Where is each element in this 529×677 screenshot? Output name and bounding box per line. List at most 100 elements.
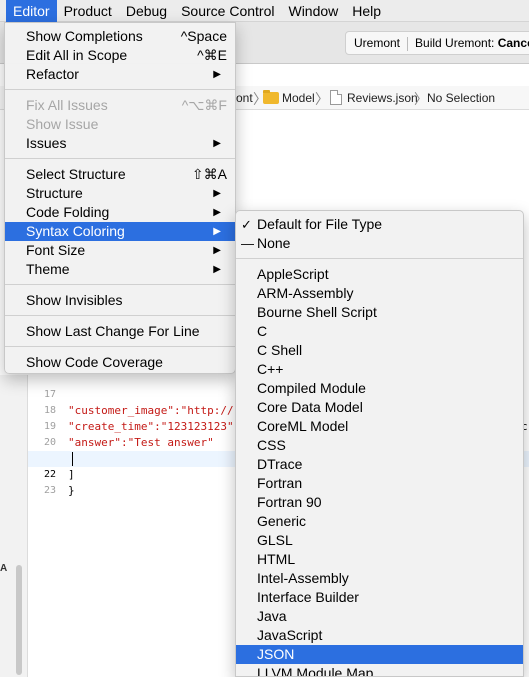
- menu-item-show-invisibles[interactable]: Show Invisibles: [5, 291, 235, 310]
- menu-item-label: JSON: [257, 646, 295, 662]
- menu-item-label: Show Issue: [26, 116, 99, 132]
- submenu-item-language[interactable]: Core Data Model: [236, 398, 523, 417]
- submenu-item-language[interactable]: Java: [236, 607, 523, 626]
- submenu-item-language[interactable]: GLSL: [236, 531, 523, 550]
- menu-item-label: C Shell: [257, 342, 303, 358]
- submenu-item-language[interactable]: C Shell: [236, 341, 523, 360]
- submenu-item-language[interactable]: CoreML Model: [236, 417, 523, 436]
- menu-item-label: JavaScript: [257, 627, 323, 643]
- menu-item-label: Fortran 90: [257, 494, 322, 510]
- folder-icon: [263, 90, 279, 104]
- submenu-item-language[interactable]: CSS: [236, 436, 523, 455]
- menu-item-label: Font Size: [26, 242, 86, 258]
- breadcrumb-folder[interactable]: Model: [282, 91, 315, 105]
- scrollbar[interactable]: [16, 565, 22, 675]
- submenu-arrow-icon: ▶: [213, 226, 221, 237]
- menu-item-issues[interactable]: Issues ▶: [5, 134, 235, 153]
- menu-item-label: Fortran: [257, 475, 303, 491]
- menu-separator: [5, 89, 235, 90]
- shortcut-label: ^⌥⌘F: [181, 97, 227, 113]
- menu-item-label: Intel-Assembly: [257, 570, 349, 586]
- menu-separator: [236, 258, 523, 259]
- chevron-right-icon: 〉: [414, 91, 428, 107]
- menu-item-structure[interactable]: Structure ▶: [5, 184, 235, 203]
- divider: [407, 36, 409, 51]
- menu-item-show-issue[interactable]: Show Issue: [5, 115, 235, 134]
- text-cursor: [72, 452, 73, 466]
- menu-separator: [5, 315, 235, 316]
- menu-item-label: Refactor: [26, 66, 79, 82]
- menu-item-font-size[interactable]: Font Size ▶: [5, 241, 235, 260]
- menu-item-label: Default for File Type: [257, 216, 383, 232]
- menu-item-syntax-coloring[interactable]: Syntax Coloring ▶: [5, 222, 235, 241]
- menu-item-edit-all-in-scope[interactable]: Edit All in Scope ^⌘E: [5, 46, 235, 65]
- menu-item-label: DTrace: [257, 456, 303, 472]
- menu-item-label: CoreML Model: [257, 418, 349, 434]
- menu-item-refactor[interactable]: Refactor ▶: [5, 65, 235, 84]
- menu-debug[interactable]: Debug: [119, 0, 174, 22]
- menu-item-fix-all-issues[interactable]: Fix All Issues ^⌥⌘F: [5, 96, 235, 115]
- menu-editor[interactable]: Editor: [6, 0, 57, 22]
- menu-item-label: Show Invisibles: [26, 292, 123, 308]
- breadcrumb-file[interactable]: Reviews.json: [347, 91, 418, 105]
- menu-item-label: Bourne Shell Script: [257, 304, 377, 320]
- submenu-arrow-icon: ▶: [213, 69, 221, 80]
- menu-item-label: Compiled Module: [257, 380, 366, 396]
- breadcrumb-project[interactable]: ont: [236, 91, 253, 105]
- build-status-prefix: Build Uremont:: [415, 36, 498, 50]
- menu-item-label: Issues: [26, 135, 67, 151]
- navigator-label: A: [0, 563, 8, 574]
- line-text: }: [68, 484, 75, 497]
- menu-item-label: Show Completions: [26, 28, 143, 44]
- menu-item-label: Edit All in Scope: [26, 47, 128, 63]
- submenu-item-language[interactable]: DTrace: [236, 455, 523, 474]
- submenu-arrow-icon: ▶: [213, 207, 221, 218]
- submenu-item-language[interactable]: AppleScript: [236, 265, 523, 284]
- submenu-arrow-icon: ▶: [213, 188, 221, 199]
- menu-item-label: Show Last Change For Line: [26, 323, 200, 339]
- line-number: 23: [43, 485, 56, 496]
- submenu-item-language[interactable]: HTML: [236, 550, 523, 569]
- submenu-item-language[interactable]: Fortran 90: [236, 493, 523, 512]
- menu-item-select-structure[interactable]: Select Structure ⇧⌘A: [5, 165, 235, 184]
- submenu-item-language[interactable]: C: [236, 322, 523, 341]
- submenu-item-language[interactable]: LLVM Module Map: [236, 664, 523, 676]
- menu-item-label: C: [257, 323, 268, 339]
- submenu-item-language[interactable]: Bourne Shell Script: [236, 303, 523, 322]
- submenu-item-language[interactable]: Compiled Module: [236, 379, 523, 398]
- submenu-item-language[interactable]: Interface Builder: [236, 588, 523, 607]
- menu-item-label: Interface Builder: [257, 589, 359, 605]
- submenu-item-language[interactable]: ARM-Assembly: [236, 284, 523, 303]
- submenu-arrow-icon: ▶: [213, 138, 221, 149]
- menu-item-show-code-coverage[interactable]: Show Code Coverage: [5, 353, 235, 372]
- menu-item-label: GLSL: [257, 532, 293, 548]
- navigator-strip: A: [0, 375, 28, 677]
- menu-source-control[interactable]: Source Control: [174, 0, 281, 22]
- menu-product[interactable]: Product: [57, 0, 119, 22]
- submenu-item-language[interactable]: Intel-Assembly: [236, 569, 523, 588]
- submenu-item-default[interactable]: ✓ Default for File Type: [236, 215, 523, 234]
- menu-item-label: Theme: [26, 261, 70, 277]
- submenu-item-language[interactable]: Generic: [236, 512, 523, 531]
- scheme-name[interactable]: Uremont: [354, 36, 400, 50]
- menu-help[interactable]: Help: [345, 0, 388, 22]
- menu-window[interactable]: Window: [281, 0, 345, 22]
- submenu-item-language[interactable]: JavaScript: [236, 626, 523, 645]
- menu-item-label: C++: [257, 361, 284, 377]
- menu-item-label: Syntax Coloring: [26, 223, 125, 239]
- submenu-arrow-icon: ▶: [213, 245, 221, 256]
- breadcrumb-selection[interactable]: No Selection: [427, 91, 495, 105]
- shortcut-label: ⇧⌘A: [191, 166, 227, 182]
- submenu-item-language[interactable]: Fortran: [236, 474, 523, 493]
- menu-item-show-completions[interactable]: Show Completions ^Space: [5, 27, 235, 46]
- menu-item-theme[interactable]: Theme ▶: [5, 260, 235, 279]
- menu-item-code-folding[interactable]: Code Folding ▶: [5, 203, 235, 222]
- menu-item-show-last-change[interactable]: Show Last Change For Line: [5, 322, 235, 341]
- chevron-right-icon: 〉: [315, 91, 329, 107]
- submenu-item-language-selected[interactable]: JSON: [236, 645, 523, 664]
- menu-item-label: Fix All Issues: [26, 97, 108, 113]
- menu-item-label: Select Structure: [26, 166, 126, 182]
- submenu-item-language[interactable]: C++: [236, 360, 523, 379]
- submenu-item-none[interactable]: — None: [236, 234, 523, 253]
- menu-separator: [5, 284, 235, 285]
